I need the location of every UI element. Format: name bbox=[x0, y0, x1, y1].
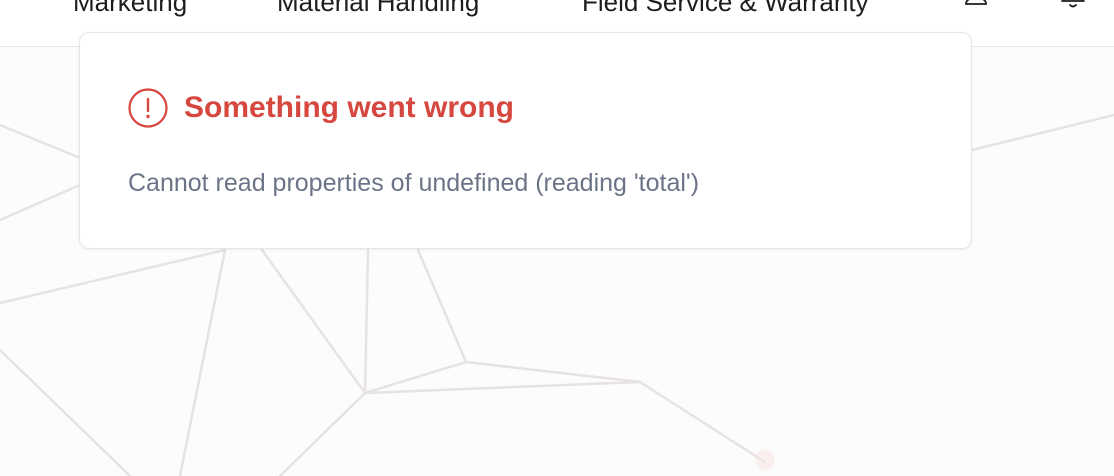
nav-item-marketing[interactable]: Marketing bbox=[73, 0, 187, 17]
error-card: Something went wrong Cannot read propert… bbox=[79, 32, 972, 249]
user-account-icon[interactable] bbox=[962, 0, 992, 14]
nav-item-field-service-warranty[interactable]: Field Service & Warranty bbox=[582, 0, 869, 17]
error-header: Something went wrong bbox=[128, 88, 514, 128]
exclamation-circle-icon bbox=[128, 88, 168, 128]
nav-item-material-handling[interactable]: Material Handling bbox=[277, 0, 479, 17]
error-message: Cannot read properties of undefined (rea… bbox=[128, 169, 700, 197]
error-title: Something went wrong bbox=[184, 91, 514, 124]
notification-bell-icon[interactable] bbox=[1058, 0, 1088, 14]
